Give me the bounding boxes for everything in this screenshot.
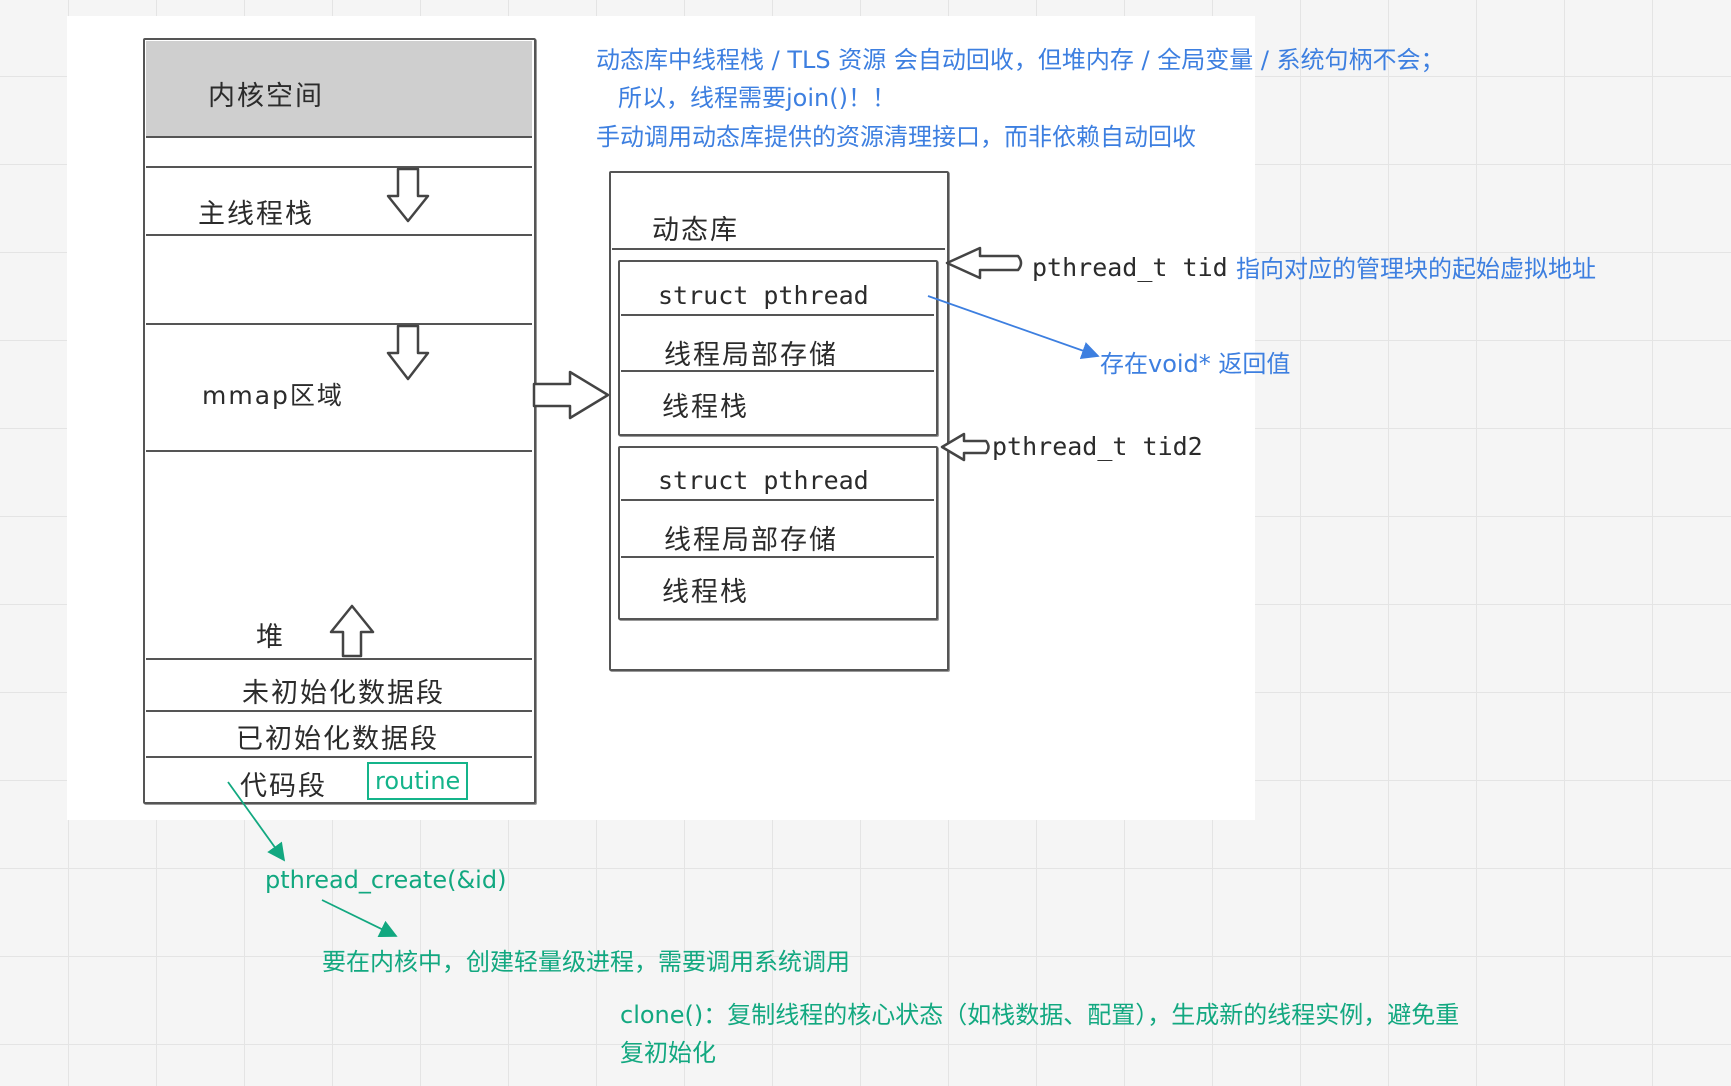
left-arrow-icon [945, 246, 1023, 280]
arrows-layer [227, 167, 1100, 938]
right-arrow-icon [532, 370, 610, 420]
return-value-arrow [927, 295, 1100, 360]
code-to-create-arrow [227, 781, 286, 862]
down-arrow-icon [386, 167, 430, 223]
up-arrow-icon [329, 604, 375, 658]
left-arrow-icon [940, 432, 990, 462]
create-to-syscall-arrow [321, 899, 398, 938]
down-arrow-icon [386, 324, 430, 381]
